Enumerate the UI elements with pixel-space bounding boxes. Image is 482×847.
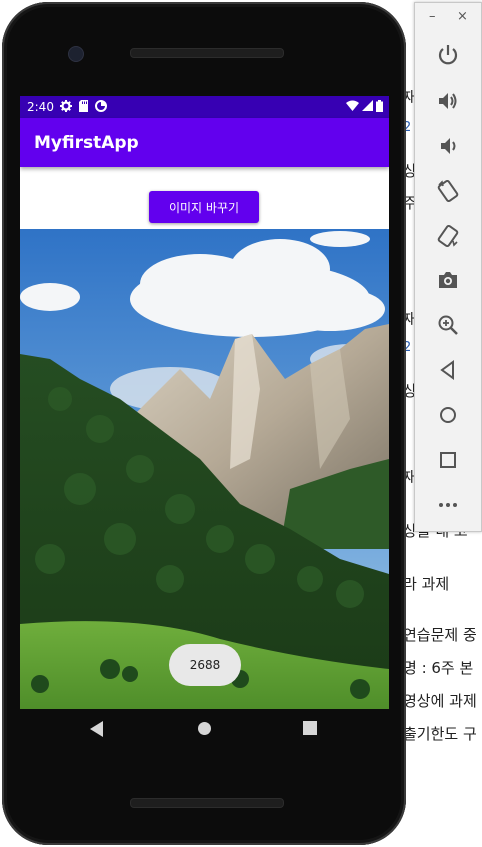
doc-line: 명 : 6주 본 xyxy=(403,659,474,677)
back-icon[interactable] xyxy=(90,721,104,737)
status-time: 2:40 xyxy=(27,100,54,114)
camera-icon[interactable] xyxy=(436,268,460,292)
volume-down-icon[interactable] xyxy=(436,134,460,158)
navigation-bar xyxy=(20,709,389,753)
back-icon[interactable] xyxy=(436,358,460,382)
earpiece-speaker xyxy=(130,48,284,58)
recents-icon[interactable] xyxy=(303,721,317,735)
rotate-right-icon[interactable] xyxy=(436,224,460,248)
power-icon[interactable] xyxy=(436,43,460,67)
mountain-landscape-image[interactable] xyxy=(20,229,389,709)
emulator-toolbar: – × xyxy=(414,2,482,532)
overview-icon[interactable] xyxy=(436,448,460,472)
close-button[interactable]: × xyxy=(457,9,468,24)
app-title: MyfirstApp xyxy=(34,133,139,153)
doc-line: 연습문제 중 xyxy=(403,626,477,644)
battery-icon xyxy=(376,100,383,112)
sd-card-icon xyxy=(79,100,88,112)
rotate-left-icon[interactable] xyxy=(436,179,460,203)
home-icon[interactable] xyxy=(436,403,460,427)
doc-line: 라 과제 xyxy=(403,575,450,593)
status-bar: 2:40 xyxy=(20,96,389,118)
bottom-speaker xyxy=(130,798,284,808)
zoom-icon[interactable] xyxy=(436,313,460,337)
change-image-button[interactable]: 이미지 바꾸기 xyxy=(149,191,259,223)
signal-icon xyxy=(362,100,373,111)
data-saver-icon xyxy=(95,100,107,112)
app-bar: MyfirstApp xyxy=(20,118,389,167)
front-camera-icon xyxy=(68,46,84,62)
doc-line: 출기한도 구 xyxy=(403,725,477,743)
gear-icon xyxy=(60,100,72,112)
toast-message: 2688 xyxy=(169,644,241,686)
wifi-icon xyxy=(346,100,359,111)
minimize-button[interactable]: – xyxy=(429,9,436,24)
more-icon[interactable] xyxy=(436,493,460,517)
home-icon[interactable] xyxy=(197,721,212,736)
doc-line: 영상에 과제 xyxy=(403,692,477,710)
volume-up-icon[interactable] xyxy=(436,89,460,113)
device-screen: 2:40 MyfirstApp 이미지 바꾸기 2688 xyxy=(20,96,389,709)
